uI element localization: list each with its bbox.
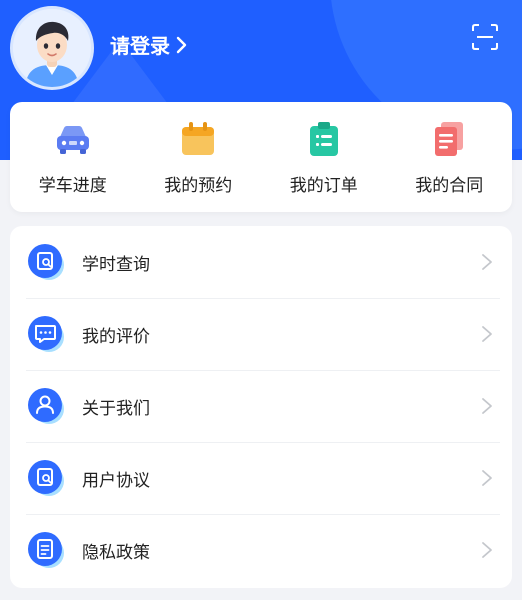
- car-icon: [56, 125, 89, 154]
- menu-item-label: 隐私政策: [82, 542, 150, 563]
- login-text: 请登录: [110, 34, 170, 58]
- chevron-right-icon: [176, 36, 187, 53]
- menu-item-label: 学时查询: [82, 254, 150, 275]
- quick-action-my-appointments[interactable]: 我的预约: [143, 119, 253, 196]
- menu-item-privacy-policy[interactable]: 隐私政策: [10, 514, 512, 586]
- menu-item-study-hours[interactable]: 学时查询: [10, 226, 512, 298]
- user-avatar-icon: [13, 9, 91, 87]
- menu-item-about-us[interactable]: 关于我们: [10, 370, 512, 442]
- menu-item-user-agreement[interactable]: 用户协议: [10, 442, 512, 514]
- quick-action-label: 学车进度: [38, 175, 107, 196]
- document-stack-icon: [435, 121, 464, 156]
- quick-action-my-contracts[interactable]: 我的合同: [394, 119, 504, 196]
- chevron-right-icon: [482, 398, 492, 414]
- document-icon: [28, 532, 64, 568]
- search-document-icon: [28, 244, 64, 280]
- menu-item-label: 关于我们: [82, 398, 150, 419]
- quick-action-label: 我的合同: [415, 175, 484, 196]
- search-document-icon: [28, 460, 64, 496]
- chevron-right-icon: [482, 470, 492, 486]
- login-link[interactable]: 请登录: [110, 30, 188, 59]
- calendar-icon: [182, 121, 215, 155]
- menu-item-label: 我的评价: [82, 326, 150, 347]
- comment-icon: [28, 316, 64, 352]
- quick-action-label: 我的订单: [289, 175, 358, 196]
- quick-action-learning-progress[interactable]: 学车进度: [18, 119, 128, 196]
- menu-list: 学时查询 我的评价 关于我们 用户协议 隐私政策: [10, 226, 512, 588]
- menu-item-label: 用户协议: [82, 470, 150, 491]
- quick-action-my-orders[interactable]: 我的订单: [269, 119, 379, 196]
- clipboard-icon: [309, 121, 338, 156]
- avatar[interactable]: [10, 6, 94, 90]
- quick-actions-card: 学车进度 我的预约 我的订单 我的合同: [10, 102, 512, 212]
- menu-item-my-reviews[interactable]: 我的评价: [10, 298, 512, 370]
- user-icon: [28, 388, 64, 424]
- chevron-right-icon: [482, 326, 492, 342]
- quick-action-label: 我的预约: [164, 175, 233, 196]
- scan-icon[interactable]: [472, 24, 498, 50]
- chevron-right-icon: [482, 254, 492, 270]
- chevron-right-icon: [482, 542, 492, 558]
